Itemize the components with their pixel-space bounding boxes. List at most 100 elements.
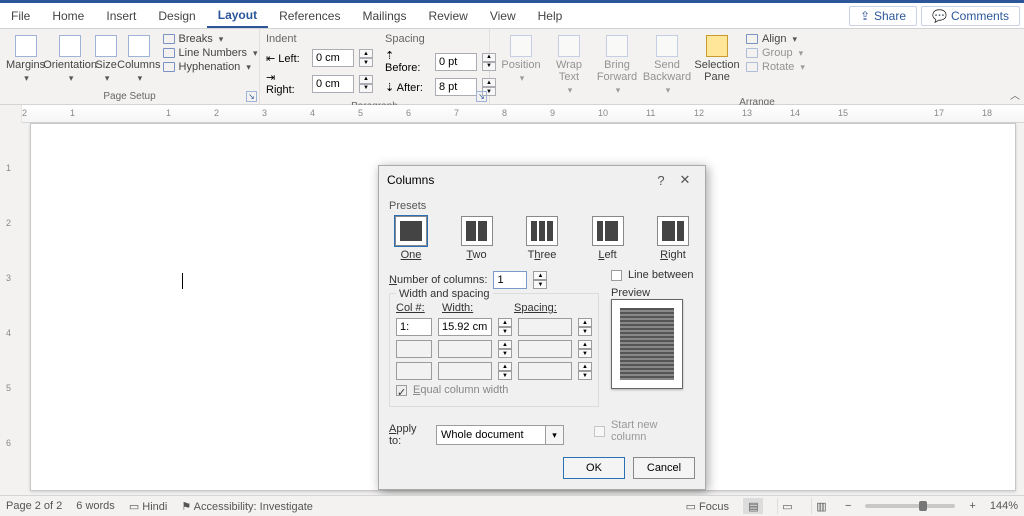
paragraph-dialog-launcher[interactable]: ↘ — [476, 91, 487, 102]
selection-icon — [706, 35, 728, 57]
page-setup-dialog-launcher[interactable]: ↘ — [246, 91, 257, 102]
zoom-slider[interactable] — [865, 504, 955, 508]
presets-label: Presets — [389, 200, 695, 212]
spacing-header: Spacing: — [514, 302, 557, 314]
margins-button[interactable]: Margins▾ — [6, 31, 45, 84]
page-status[interactable]: Page 2 of 2 — [6, 500, 62, 512]
hyphenation-button[interactable]: Hyphenation▾ — [163, 61, 258, 73]
preset-one[interactable]: One — [395, 216, 427, 261]
indent-right-down[interactable]: ▼ — [359, 84, 373, 93]
zoom-out-icon[interactable]: − — [845, 500, 851, 512]
web-layout-view-icon[interactable]: ▥ — [811, 498, 831, 514]
size-button[interactable]: Size▾ — [95, 31, 117, 84]
apply-to-combo[interactable]: ▾ — [436, 425, 564, 445]
group-arrange: Position▾ Wrap Text▾ Bring Forward▾ Send… — [490, 29, 1024, 104]
bring-icon — [606, 35, 628, 57]
comment-icon: 💬 — [932, 9, 947, 23]
language-status[interactable]: ▭ Hindi — [129, 500, 168, 513]
position-button[interactable]: Position▾ — [496, 31, 546, 84]
share-button[interactable]: ⇪Share — [849, 6, 917, 26]
tab-file[interactable]: File — [0, 3, 41, 28]
spacing-label: Spacing — [385, 33, 496, 45]
tab-insert[interactable]: Insert — [95, 3, 147, 28]
help-icon[interactable]: ? — [649, 173, 673, 188]
group-icon — [746, 48, 758, 58]
group-paragraph: Indent ⇤ Left:▲▼ ⇥ Right:▲▼ Spacing ⇡ Be… — [260, 29, 490, 104]
tab-references[interactable]: References — [268, 3, 351, 28]
tab-home[interactable]: Home — [41, 3, 95, 28]
col1-width[interactable] — [438, 318, 492, 336]
preview-label: Preview — [611, 287, 695, 299]
num-columns-input[interactable] — [493, 271, 527, 289]
col1-num — [396, 318, 432, 336]
read-mode-view-icon[interactable]: ▭ — [777, 498, 797, 514]
tab-layout[interactable]: Layout — [207, 3, 268, 28]
tab-design[interactable]: Design — [147, 3, 206, 28]
line-between-label: Line between — [628, 269, 693, 281]
equal-width-checkbox[interactable]: ✓ — [396, 385, 407, 396]
columns-button[interactable]: Columns▾ — [117, 31, 160, 84]
tab-help[interactable]: Help — [527, 3, 574, 28]
dialog-titlebar: Columns ? ✕ — [379, 166, 705, 194]
margins-icon — [15, 35, 37, 57]
tab-mailings[interactable]: Mailings — [351, 3, 417, 28]
rotate-button[interactable]: Rotate▾ — [746, 61, 805, 73]
size-icon — [95, 35, 117, 57]
preset-three[interactable]: Three — [526, 216, 558, 261]
wrap-text-button[interactable]: Wrap Text▾ — [546, 31, 592, 96]
col-header: Col #: — [396, 302, 434, 314]
word-count[interactable]: 6 words — [76, 500, 115, 512]
breaks-button[interactable]: Breaks▾ — [163, 33, 258, 45]
num-cols-down[interactable]: ▼ — [533, 280, 547, 289]
indent-left-up[interactable]: ▲ — [359, 49, 373, 58]
apply-to-drop[interactable]: ▾ — [546, 425, 564, 445]
indent-left-down[interactable]: ▼ — [359, 58, 373, 67]
selection-pane-button[interactable]: Selection Pane — [692, 31, 742, 83]
ok-button[interactable]: OK — [563, 457, 625, 479]
breaks-icon — [163, 34, 175, 44]
spacing-after-input[interactable] — [435, 78, 477, 96]
group-button[interactable]: Group▾ — [746, 47, 805, 59]
align-button[interactable]: Align▾ — [746, 33, 805, 45]
orientation-button[interactable]: Orientation▾ — [45, 31, 95, 84]
collapse-ribbon-icon[interactable]: ︿ — [1010, 87, 1020, 102]
send-backward-button[interactable]: Send Backward▾ — [642, 31, 692, 96]
columns-dialog: Columns ? ✕ Presets One Two Three Left R… — [378, 165, 706, 490]
indent-left-input[interactable] — [312, 49, 354, 67]
spacing-before-input[interactable] — [435, 53, 477, 71]
ruler-row: 211234567891011121314151718 — [0, 105, 1024, 123]
position-icon — [510, 35, 532, 57]
group-page-setup: Margins▾ Orientation▾ Size▾ Columns▾ Bre… — [0, 29, 260, 104]
preset-right[interactable]: Right — [657, 216, 689, 261]
corner-box — [0, 105, 22, 123]
focus-mode[interactable]: ▭ Focus — [686, 500, 729, 513]
tab-view[interactable]: View — [479, 3, 527, 28]
preset-two[interactable]: Two — [461, 216, 493, 261]
line-between-checkbox[interactable] — [611, 270, 622, 281]
preset-left[interactable]: Left — [592, 216, 624, 261]
print-layout-view-icon[interactable]: ▤ — [743, 498, 763, 514]
indent-right-up[interactable]: ▲ — [359, 75, 373, 84]
ribbon: Margins▾ Orientation▾ Size▾ Columns▾ Bre… — [0, 29, 1024, 105]
cancel-button[interactable]: Cancel — [633, 457, 695, 479]
page-setup-label: Page Setup — [6, 90, 253, 102]
zoom-level[interactable]: 144% — [990, 500, 1018, 512]
send-icon — [656, 35, 678, 57]
menu-tabs: File Home Insert Design Layout Reference… — [0, 3, 1024, 29]
close-icon[interactable]: ✕ — [673, 172, 697, 188]
apply-to-label: Apply to: — [389, 423, 430, 447]
vertical-ruler[interactable]: 123456 — [0, 123, 22, 495]
indent-right-input[interactable] — [312, 75, 354, 93]
align-icon — [746, 34, 758, 44]
tab-review[interactable]: Review — [417, 3, 478, 28]
bring-forward-button[interactable]: Bring Forward▾ — [592, 31, 642, 96]
accessibility-status[interactable]: ⚑ Accessibility: Investigate — [181, 500, 313, 513]
status-bar: Page 2 of 2 6 words ▭ Hindi ⚑ Accessibil… — [0, 495, 1024, 516]
equal-width-label: Equal column width — [413, 384, 508, 396]
num-cols-up[interactable]: ▲ — [533, 271, 547, 280]
horizontal-ruler[interactable]: 211234567891011121314151718 — [22, 105, 1024, 123]
preview-box — [611, 299, 683, 389]
comments-button[interactable]: 💬Comments — [921, 6, 1020, 26]
line-numbers-button[interactable]: Line Numbers▾ — [163, 47, 258, 59]
zoom-in-icon[interactable]: + — [969, 500, 975, 512]
